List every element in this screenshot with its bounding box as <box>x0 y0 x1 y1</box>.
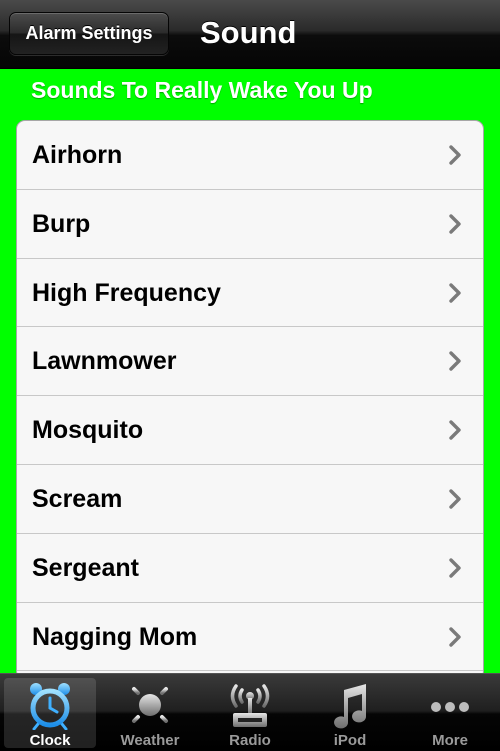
chevron-right-icon <box>449 558 461 578</box>
tab-radio[interactable]: Radio <box>204 678 296 749</box>
chevron-right-icon <box>449 351 461 372</box>
chevron-right-icon <box>449 214 461 234</box>
list-item-airhorn[interactable]: Airhorn <box>17 121 483 190</box>
alarm-clock-icon <box>30 683 70 730</box>
list-item-label: Mosquito <box>32 416 144 445</box>
tab-label: Radio <box>229 732 271 749</box>
music-note-icon <box>334 684 367 729</box>
tab-clock[interactable]: Clock <box>4 678 96 749</box>
list-item-label: High Frequency <box>32 278 221 307</box>
more-dots-icon <box>431 702 469 712</box>
tab-label: Clock <box>29 732 71 749</box>
chevron-right-icon <box>449 282 461 303</box>
chevron-right-icon <box>449 626 461 647</box>
list-item-burp[interactable]: Burp <box>17 190 483 259</box>
navigation-bar: Alarm Settings Sound <box>0 0 500 69</box>
tab-more[interactable]: More <box>404 678 496 749</box>
chevron-right-icon <box>449 145 461 165</box>
list-item-label: Scream <box>32 484 123 513</box>
tab-ipod[interactable]: iPod <box>304 678 396 749</box>
list-item-high-frequency[interactable]: High Frequency <box>17 259 483 328</box>
list-item-scream[interactable]: Scream <box>17 465 483 534</box>
list-item-sergeant[interactable]: Sergeant <box>17 534 483 603</box>
radio-tower-icon <box>230 684 270 727</box>
list-item-label: Airhorn <box>32 141 123 169</box>
tab-weather[interactable]: Weather <box>104 678 196 749</box>
list-item-label: Burp <box>32 209 91 238</box>
sun-icon <box>126 681 174 729</box>
page-title: Sound <box>200 15 297 50</box>
sound-list: Airhorn Burp High Frequency Lawnmower Mo… <box>16 120 484 680</box>
list-item-label: Nagging Mom <box>32 622 198 651</box>
chevron-right-icon <box>449 489 461 509</box>
list-item-lawnmower[interactable]: Lawnmower <box>17 327 483 397</box>
list-item-mosquito[interactable]: Mosquito <box>17 396 483 465</box>
tab-label: iPod <box>333 732 367 749</box>
section-header: Sounds To Really Wake You Up <box>31 77 373 103</box>
chevron-right-icon <box>449 420 461 440</box>
list-item-nagging-mom[interactable]: Nagging Mom <box>17 603 483 672</box>
back-button-alarm-settings[interactable]: Alarm Settings <box>9 12 169 55</box>
tab-label: More <box>432 732 468 749</box>
list-item-label: Lawnmower <box>32 347 177 376</box>
list-item-label: Sergeant <box>32 553 139 582</box>
tab-label: Weather <box>120 732 180 749</box>
tab-bar: Clock Weather Radio iPod More <box>0 673 500 751</box>
